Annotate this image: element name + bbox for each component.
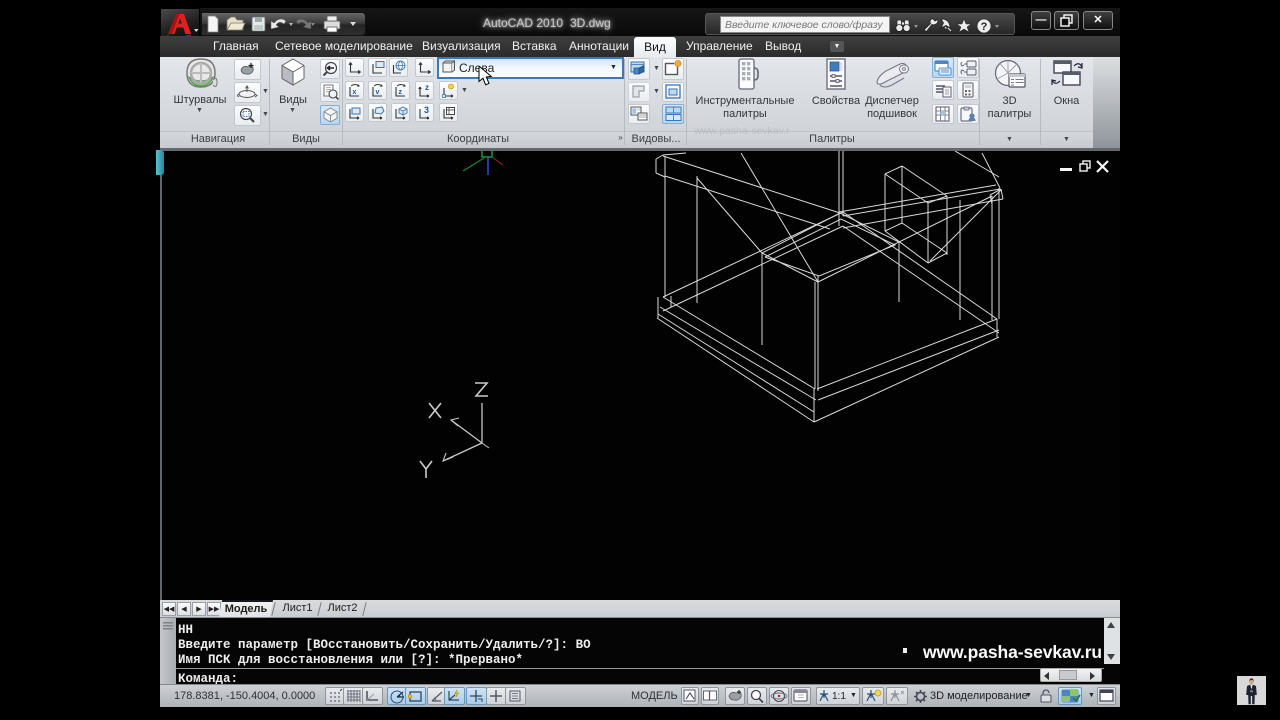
svg-text:3: 3 [424,105,429,115]
svg-text:?: ? [981,21,988,33]
svg-text:z: z [399,89,403,96]
svg-text:v: v [376,89,380,96]
svg-text:x: x [353,89,357,96]
svg-text:z: z [425,83,429,92]
